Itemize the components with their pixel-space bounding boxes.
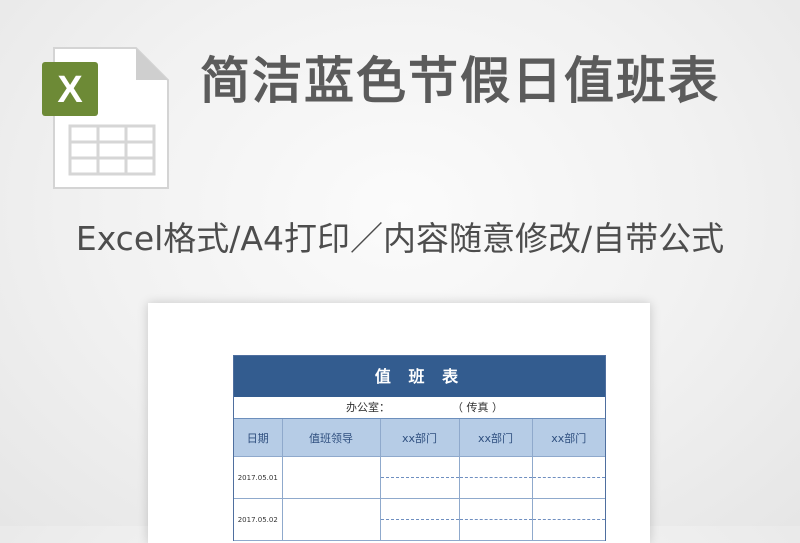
dept-cell — [532, 498, 605, 520]
dept-cell — [459, 477, 533, 499]
page-subtitle: Excel格式/A4打印／内容随意修改/自带公式 — [75, 219, 725, 258]
excel-file-icon: X — [40, 44, 172, 194]
document-preview: 值 班 表 办公室： （ 传真 ） 日期 值班领导 xx部门 xx部门 xx部门… — [148, 303, 650, 543]
dept-cell — [380, 519, 460, 541]
dept-cell — [459, 519, 533, 541]
date-cell: 2017.05.01 — [234, 456, 283, 499]
fax-label: （ 传真 ） — [452, 401, 503, 414]
sheet-title: 值 班 表 — [234, 356, 605, 397]
table-row: 2017.05.01 — [234, 456, 605, 499]
dept-cell — [532, 477, 605, 499]
column-header-date: 日期 — [234, 419, 283, 457]
duty-roster-sheet: 值 班 表 办公室： （ 传真 ） 日期 值班领导 xx部门 xx部门 xx部门… — [233, 355, 606, 541]
column-header-dept-2: xx部门 — [459, 419, 533, 457]
badge-letter: X — [57, 69, 83, 111]
dept-cell — [380, 456, 460, 478]
date-cell: 2017.05.02 — [234, 498, 283, 541]
header-row: 日期 值班领导 xx部门 xx部门 xx部门 — [234, 419, 605, 457]
office-row: 办公室： （ 传真 ） — [234, 397, 605, 419]
dept-cell — [459, 456, 533, 478]
dept-cell — [380, 498, 460, 520]
dept-cell — [532, 456, 605, 478]
roster-table: 日期 值班领导 xx部门 xx部门 xx部门 2017.05.01 2017.0… — [234, 419, 605, 541]
dept-cell — [459, 498, 533, 520]
column-header-dept-3: xx部门 — [532, 419, 605, 457]
dept-cell — [532, 519, 605, 541]
dept-cell — [380, 477, 460, 499]
column-header-leader: 值班领导 — [282, 419, 381, 457]
table-row: 2017.05.02 — [234, 498, 605, 541]
leader-cell — [282, 456, 381, 499]
page-title: 简洁蓝色节假日值班表 — [200, 52, 720, 110]
column-header-dept-1: xx部门 — [380, 419, 460, 457]
office-label: 办公室： — [346, 401, 390, 414]
leader-cell — [282, 498, 381, 541]
